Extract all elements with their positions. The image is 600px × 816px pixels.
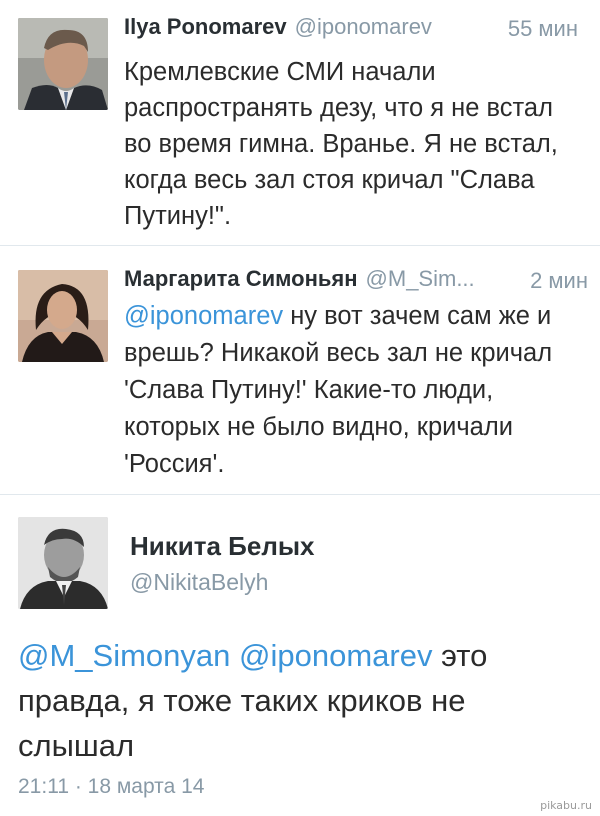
avatar-photo-icon: [18, 18, 108, 110]
mention-link[interactable]: @iponomarev: [124, 302, 283, 330]
avatar-belyh[interactable]: [18, 517, 108, 609]
tweet-2[interactable]: Маргарита Симоньян @M_Sim... 2 мин @ipono…: [0, 246, 600, 494]
avatar-ponomarev[interactable]: [18, 18, 108, 110]
author-handle[interactable]: @iponomarev: [295, 14, 432, 39]
tweet-text: Кремлевские СМИ начали распространять де…: [124, 58, 558, 230]
tweet-time[interactable]: 55 мин: [508, 16, 578, 42]
author-handle[interactable]: @M_Sim...: [366, 266, 475, 291]
tweet-3-detail[interactable]: Никита Белых @NikitaBelyh @M_Simonyan @i…: [0, 495, 600, 816]
avatar-photo-icon: [18, 517, 108, 609]
tweet-time[interactable]: 2 мин: [530, 268, 588, 294]
tweet-text: @M_Simonyan @iponomarev это правда, я то…: [18, 633, 588, 768]
tweet-1[interactable]: Ilya Ponomarev @iponomarev 55 мин Кремлев…: [0, 0, 600, 245]
author-name[interactable]: Никита Белых: [130, 531, 315, 562]
watermark: pikabu.ru: [540, 799, 592, 812]
tweet-header: Ilya Ponomarev @iponomarev: [124, 14, 432, 40]
avatar-photo-icon: [18, 270, 108, 362]
author-handle[interactable]: @NikitaBelyh: [130, 569, 268, 596]
author-name[interactable]: Ilya Ponomarev: [124, 14, 287, 39]
mention-link[interactable]: @iponomarev: [239, 638, 432, 673]
avatar-simonyan[interactable]: [18, 270, 108, 362]
tweet-text: @iponomarev ну вот зачем сам же и врешь?…: [124, 298, 584, 483]
tweet-timestamp: 21:11 · 18 марта 14: [18, 775, 205, 798]
author-name[interactable]: Маргарита Симоньян: [124, 266, 358, 291]
mention-link[interactable]: @M_Simonyan: [18, 638, 230, 673]
tweet-header: Маргарита Симоньян @M_Sim...: [124, 266, 475, 292]
